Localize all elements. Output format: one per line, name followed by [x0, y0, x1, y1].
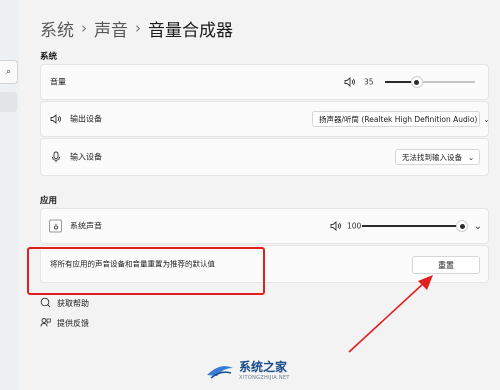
watermark-url: XITONGZHIJIA.NET: [239, 375, 290, 381]
help-icon: [40, 297, 51, 310]
arrow-annotation: [348, 275, 433, 353]
feedback-icon: [40, 317, 51, 330]
watermark-logo: [207, 365, 233, 379]
get-help-label: 获取帮助: [57, 299, 89, 308]
get-help-link[interactable]: 获取帮助: [40, 297, 89, 310]
feedback-link[interactable]: 提供反馈: [40, 317, 89, 330]
watermark-name: 系统之家: [239, 360, 288, 374]
watermark: 系统之家 XITONGZHIJIA.NET: [205, 358, 290, 381]
feedback-label: 提供反馈: [57, 319, 89, 328]
